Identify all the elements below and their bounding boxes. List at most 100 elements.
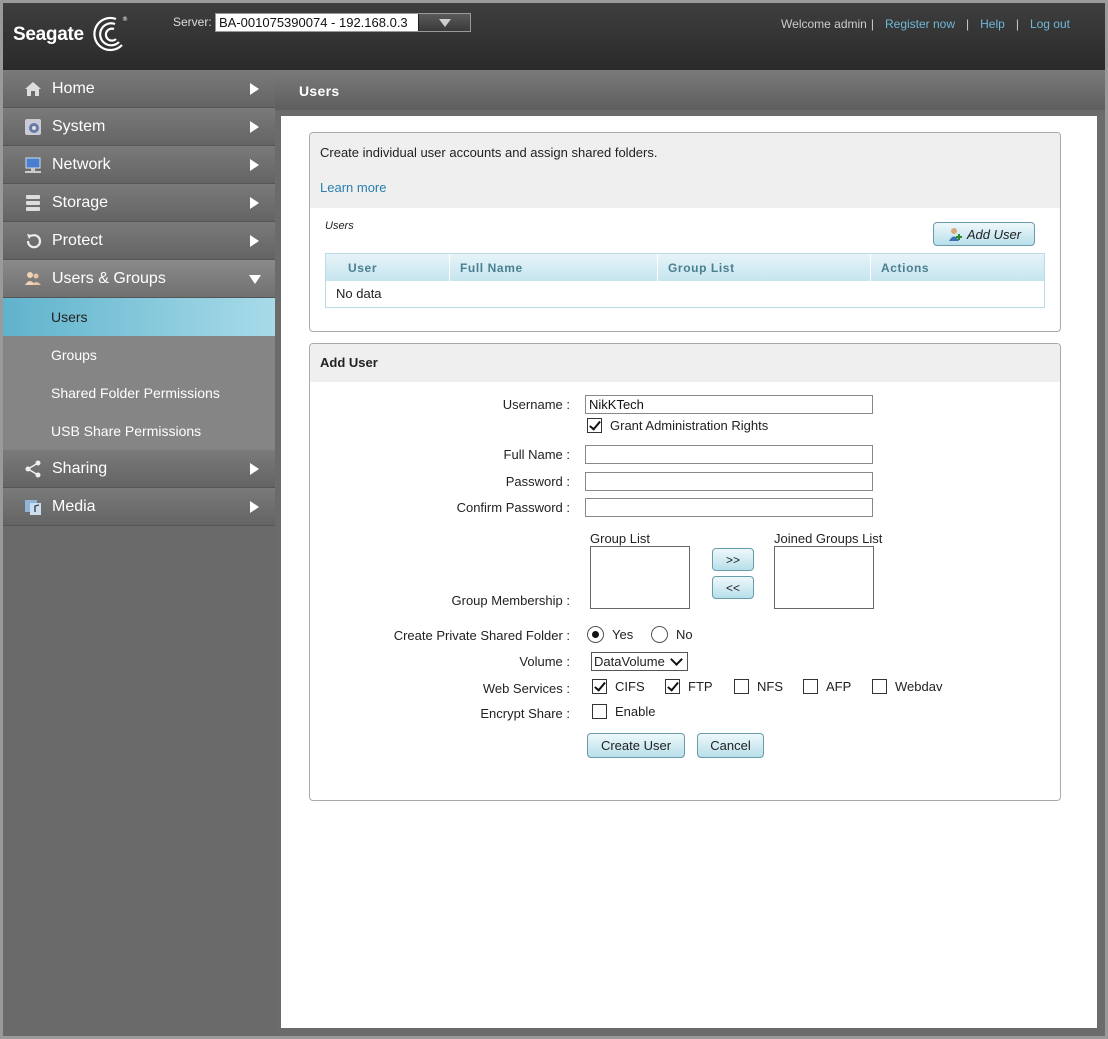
sidebar-subitem-label: Users — [51, 309, 88, 325]
service-afp-option[interactable]: AFP — [803, 679, 851, 694]
cifs-label: CIFS — [615, 679, 645, 694]
sidebar-subitem-label: USB Share Permissions — [51, 423, 202, 439]
server-label: Server: — [173, 15, 212, 29]
add-group-button[interactable]: >> — [712, 548, 754, 571]
service-nfs-option[interactable]: NFS — [734, 679, 783, 694]
users-icon — [23, 269, 43, 289]
top-header: Seagate ® Server: BA-001075390074 - 192.… — [3, 3, 1105, 70]
grant-admin-checkbox[interactable] — [587, 418, 602, 433]
learn-more-link[interactable]: Learn more — [320, 180, 386, 195]
encrypt-enable-option[interactable]: Enable — [592, 704, 655, 719]
sidebar-item-media[interactable]: Media — [3, 488, 275, 526]
sidebar-item-home[interactable]: Home — [3, 70, 275, 108]
seagate-swirl-icon: ® — [93, 16, 128, 52]
private-folder-no-radio[interactable] — [651, 626, 668, 643]
share-icon — [23, 459, 43, 479]
sidebar-item-label: Sharing — [52, 459, 108, 477]
sidebar-item-network[interactable]: Network — [3, 146, 275, 184]
protect-icon — [23, 231, 43, 251]
column-header-group-list[interactable]: Group List — [657, 254, 870, 281]
svg-text:®: ® — [122, 16, 128, 23]
chevron-down-icon[interactable] — [418, 14, 470, 31]
sidebar-subitem-usb-share-permissions[interactable]: USB Share Permissions — [3, 412, 275, 450]
network-icon — [23, 155, 43, 175]
sidebar-item-sharing[interactable]: Sharing — [3, 450, 275, 488]
media-icon — [23, 497, 43, 517]
group-list-title: Group List — [590, 531, 650, 546]
username-field[interactable]: NikKTech — [585, 395, 873, 414]
sidebar-subitem-users[interactable]: Users — [3, 298, 275, 336]
grant-admin-label: Grant Administration Rights — [610, 418, 769, 433]
yes-label: Yes — [612, 627, 634, 642]
welcome-text: Welcome admin — [781, 17, 867, 31]
service-cifs-option[interactable]: CIFS — [592, 679, 645, 694]
separator: | — [870, 17, 874, 31]
ftp-checkbox[interactable] — [665, 679, 680, 694]
seagate-logo: Seagate ® — [13, 15, 130, 55]
group-list-box[interactable] — [590, 546, 690, 609]
remove-group-button[interactable]: << — [712, 576, 754, 599]
afp-checkbox[interactable] — [803, 679, 818, 694]
encrypt-checkbox[interactable] — [592, 704, 607, 719]
logout-link[interactable]: Log out — [1030, 17, 1070, 31]
sidebar-item-storage[interactable]: Storage — [3, 184, 275, 222]
chevron-right-icon — [250, 501, 259, 513]
private-folder-yes-option[interactable]: Yes — [587, 626, 633, 643]
nfs-checkbox[interactable] — [734, 679, 749, 694]
create-user-button[interactable]: Create User — [587, 733, 685, 758]
page-title: Users — [275, 70, 1105, 110]
server-select[interactable]: BA-001075390074 - 192.168.0.3 — [215, 13, 471, 32]
sidebar-item-protect[interactable]: Protect — [3, 222, 275, 260]
webdav-label: Webdav — [895, 679, 943, 694]
private-folder-yes-radio[interactable] — [587, 626, 604, 643]
private-folder-no-option[interactable]: No — [651, 626, 693, 643]
enable-label: Enable — [615, 704, 656, 719]
info-box: Create individual user accounts and assi… — [310, 133, 1060, 208]
column-header-full-name[interactable]: Full Name — [449, 254, 657, 281]
sidebar-subitem-groups[interactable]: Groups — [3, 336, 275, 374]
service-ftp-option[interactable]: FTP — [665, 679, 713, 694]
chevron-right-icon — [250, 197, 259, 209]
chevron-down-icon — [249, 275, 261, 284]
help-link[interactable]: Help — [980, 17, 1005, 31]
sidebar-item-label: Storage — [52, 193, 109, 211]
logo-text: Seagate — [13, 24, 84, 45]
chevron-right-icon — [250, 159, 259, 171]
gear-icon — [23, 117, 43, 137]
password-field[interactable] — [585, 472, 873, 491]
sidebar-item-label: Network — [52, 155, 111, 173]
confirm-password-label: Confirm Password : — [456, 500, 570, 515]
cancel-button[interactable]: Cancel — [697, 733, 764, 758]
webdav-checkbox[interactable] — [872, 679, 887, 694]
sidebar-subitem-shared-folder-permissions[interactable]: Shared Folder Permissions — [3, 374, 275, 412]
sidebar-subitem-label: Shared Folder Permissions — [51, 385, 220, 401]
chevron-down-icon — [670, 652, 683, 666]
service-webdav-option[interactable]: Webdav — [872, 679, 942, 694]
chevron-right-icon — [250, 83, 259, 95]
add-user-icon — [948, 228, 962, 241]
add-user-label: Add User — [966, 226, 1022, 242]
ftp-label: FTP — [688, 679, 713, 694]
column-header-user[interactable]: User — [338, 254, 449, 281]
joined-groups-box[interactable] — [774, 546, 874, 609]
sidebar-item-users-groups[interactable]: Users & Groups — [3, 260, 275, 298]
sidebar-item-system[interactable]: System — [3, 108, 275, 146]
register-link[interactable]: Register now — [885, 17, 955, 31]
column-header-actions[interactable]: Actions — [870, 254, 1034, 281]
volume-label: Volume : — [519, 654, 570, 669]
encrypt-share-label: Encrypt Share : — [480, 706, 570, 721]
add-user-button[interactable]: Add User — [933, 222, 1035, 246]
confirm-password-field[interactable] — [585, 498, 873, 517]
separator: | — [966, 17, 970, 31]
info-text: Create individual user accounts and assi… — [320, 145, 658, 160]
main-content: Create individual user accounts and assi… — [281, 116, 1097, 1028]
grant-admin-option[interactable]: Grant Administration Rights — [587, 418, 768, 433]
table-header: User Full Name Group List Actions — [326, 254, 1044, 281]
cifs-checkbox[interactable] — [592, 679, 607, 694]
full-name-field[interactable] — [585, 445, 873, 464]
no-label: No — [676, 627, 693, 642]
joined-groups-title: Joined Groups List — [774, 531, 883, 546]
chevron-right-icon — [250, 463, 259, 475]
add-user-panel: Add User Username : NikKTech Grant Admin… — [309, 343, 1061, 801]
volume-select[interactable]: DataVolume — [591, 652, 688, 671]
